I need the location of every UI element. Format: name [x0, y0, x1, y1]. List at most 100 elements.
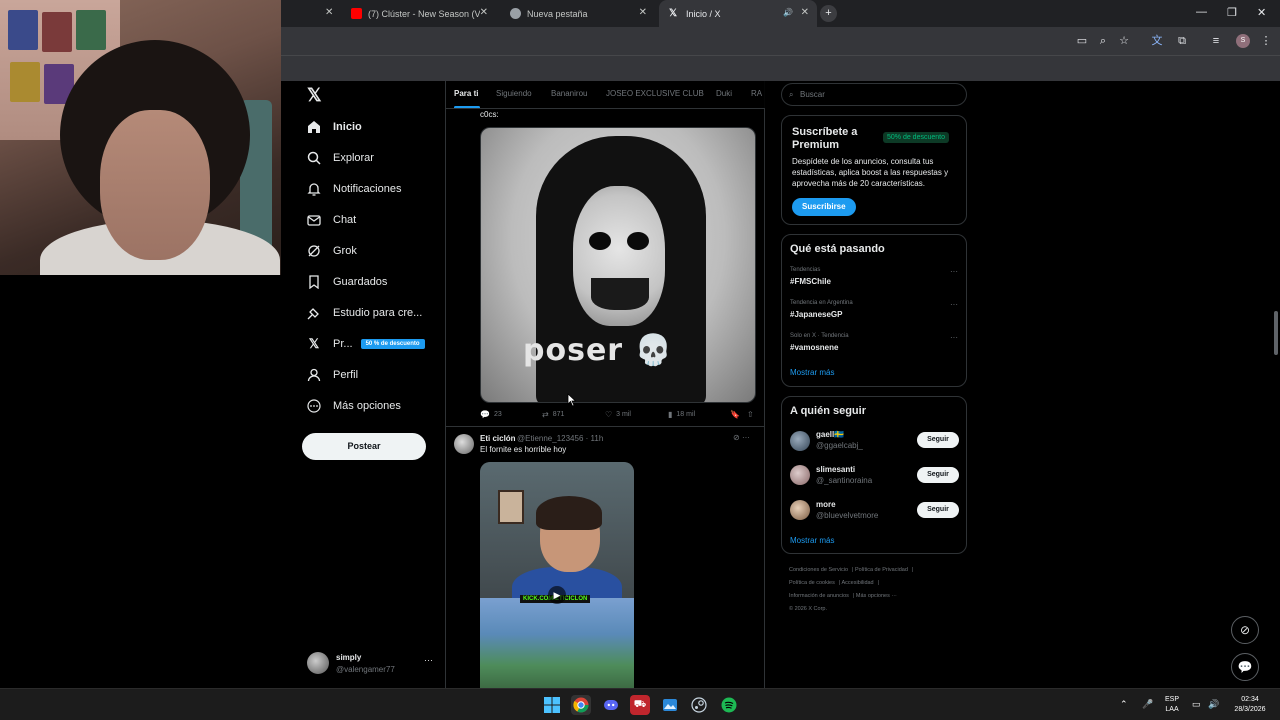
- chevron-up-icon[interactable]: ⌃: [1120, 699, 1128, 709]
- translate-icon[interactable]: 文: [1150, 34, 1164, 48]
- post-more-icons[interactable]: ⊘ ···: [733, 433, 750, 442]
- repost-button[interactable]: ⇄ 871: [542, 410, 564, 419]
- footer-link[interactable]: Accesibilidad: [842, 580, 874, 586]
- language-indicator[interactable]: ESP LAA: [1165, 695, 1179, 715]
- search-input[interactable]: ⌕ Buscar: [781, 83, 967, 106]
- spotify-icon[interactable]: [719, 695, 739, 715]
- trend-item[interactable]: #JapaneseGP: [790, 310, 842, 319]
- menu-icon[interactable]: ⋮: [1259, 34, 1273, 48]
- tab-x-home[interactable]: 𝕏 Inicio / X 🔊 ✕: [659, 0, 817, 27]
- footer-link[interactable]: Política de cookies: [789, 580, 835, 586]
- tab-new-tab[interactable]: Nueva pestaña ✕: [500, 0, 655, 27]
- more-icon[interactable]: ···: [742, 433, 750, 442]
- network-icon[interactable]: ▭: [1192, 699, 1201, 709]
- tab-for-you[interactable]: Para ti: [454, 89, 478, 98]
- avatar[interactable]: [454, 434, 474, 454]
- close-icon[interactable]: ✕: [480, 7, 488, 18]
- maximize-button[interactable]: ❐: [1227, 6, 1237, 19]
- share-button[interactable]: ⇧: [747, 410, 758, 419]
- star-icon[interactable]: ☆: [1117, 34, 1131, 48]
- tab-duki[interactable]: Duki: [716, 89, 732, 98]
- close-window-button[interactable]: ✕: [1257, 6, 1266, 19]
- nav-item-chat[interactable]: Chat: [307, 208, 356, 232]
- trend-item[interactable]: #vamosnene: [790, 343, 838, 352]
- chrome-icon[interactable]: [571, 695, 591, 715]
- nav-item-grok[interactable]: Grok: [307, 239, 357, 263]
- minimize-button[interactable]: —: [1196, 6, 1207, 18]
- show-more-link[interactable]: Mostrar más: [790, 368, 834, 377]
- follow-button[interactable]: Seguir: [917, 502, 959, 518]
- bookmark-button[interactable]: 🔖: [730, 410, 744, 419]
- views-button[interactable]: ▮ 18 mil: [668, 410, 695, 419]
- reading-list-icon[interactable]: ≡: [1209, 34, 1223, 48]
- nav-item-notifications[interactable]: Notificaciones: [307, 177, 401, 201]
- account-switcher[interactable]: simply @valengamer77 ···: [307, 650, 437, 680]
- profile-avatar[interactable]: S: [1236, 34, 1250, 48]
- author-handle[interactable]: @Etienne_123456 · 11h: [517, 434, 603, 443]
- post-image[interactable]: poser 💀: [480, 127, 756, 403]
- post-video[interactable]: KICK.COM/ETICICLON ▶: [480, 462, 634, 688]
- more-icon[interactable]: ···: [950, 333, 958, 342]
- avatar[interactable]: [790, 500, 810, 520]
- post-button[interactable]: Postear: [302, 433, 426, 460]
- user-handle[interactable]: @ggaelcabj_: [816, 441, 863, 450]
- subscribe-button[interactable]: Suscribirse: [792, 198, 856, 216]
- extensions-icon[interactable]: ⧉: [1175, 34, 1189, 48]
- microphone-icon[interactable]: 🎤: [1142, 699, 1153, 709]
- avatar[interactable]: [790, 465, 810, 485]
- cast-icon[interactable]: ▭: [1075, 34, 1089, 48]
- user-name[interactable]: more: [816, 500, 836, 509]
- messages-fab[interactable]: 💬: [1231, 653, 1259, 681]
- author-name[interactable]: Eti ciclón: [480, 434, 516, 443]
- volume-icon[interactable]: 🔊: [1208, 699, 1219, 709]
- nav-item-more[interactable]: Más opciones: [307, 394, 401, 418]
- follow-button[interactable]: Seguir: [917, 432, 959, 448]
- tab-ra[interactable]: RA: [751, 89, 762, 98]
- nav-item-home[interactable]: Inicio: [307, 115, 362, 139]
- close-icon[interactable]: ✕: [639, 7, 647, 18]
- nav-item-creator-studio[interactable]: Estudio para cre...: [307, 301, 422, 325]
- tab-joseo-club[interactable]: JOSEO EXCLUSIVE CLUB: [606, 89, 704, 98]
- follow-button[interactable]: Seguir: [917, 467, 959, 483]
- nav-item-profile[interactable]: Perfil: [307, 363, 358, 387]
- user-handle[interactable]: @_santinoraina: [816, 476, 872, 485]
- footer-link[interactable]: Política de Privacidad: [855, 567, 908, 573]
- scrollbar[interactable]: [1272, 81, 1280, 688]
- like-button[interactable]: ♡ 3 mil: [605, 410, 631, 419]
- show-more-link[interactable]: Mostrar más: [790, 536, 834, 545]
- more-icon[interactable]: ···: [424, 655, 433, 665]
- tab-youtube[interactable]: (7) Clúster - New Season (Vide ✕: [341, 0, 496, 27]
- avatar[interactable]: [790, 431, 810, 451]
- tab-bananirou[interactable]: Bananirou: [551, 89, 587, 98]
- user-handle[interactable]: @bluevelvetmore: [816, 511, 878, 520]
- reply-button[interactable]: 💬 23: [480, 410, 502, 419]
- search-icon: ⌕: [789, 90, 794, 99]
- play-icon[interactable]: ▶: [548, 586, 566, 604]
- nav-item-premium[interactable]: 𝕏 Pr... 50 % de descuento: [307, 332, 425, 356]
- footer-link[interactable]: Información de anuncios: [789, 593, 849, 599]
- tab-following[interactable]: Siguiendo: [496, 89, 532, 98]
- app-icon[interactable]: ⛟: [630, 695, 650, 715]
- more-icon[interactable]: ···: [950, 267, 958, 276]
- user-name[interactable]: gaell🇸🇪: [816, 430, 844, 439]
- zoom-icon[interactable]: ⌕: [1096, 34, 1110, 48]
- nav-item-bookmarks[interactable]: Guardados: [307, 270, 387, 294]
- steam-icon[interactable]: [689, 695, 709, 715]
- user-name[interactable]: slimesanti: [816, 465, 855, 474]
- footer-link[interactable]: Más opciones ···: [856, 593, 897, 599]
- close-icon[interactable]: ✕: [801, 7, 809, 18]
- discord-icon[interactable]: [601, 695, 621, 715]
- footer-link[interactable]: Condiciones de Servicio: [789, 567, 848, 573]
- grok-fab[interactable]: ⊘: [1231, 616, 1259, 644]
- new-tab-button[interactable]: +: [820, 5, 837, 22]
- nav-item-explore[interactable]: Explorar: [307, 146, 374, 170]
- photos-icon[interactable]: [660, 695, 680, 715]
- clock[interactable]: 02:34 28/3/2026: [1228, 695, 1272, 715]
- scroll-thumb[interactable]: [1274, 311, 1278, 355]
- more-icon[interactable]: ···: [950, 300, 958, 309]
- x-logo-icon[interactable]: 𝕏: [307, 86, 325, 104]
- speaker-icon[interactable]: 🔊: [783, 8, 793, 17]
- grok-icon[interactable]: ⊘: [733, 433, 740, 442]
- trend-item[interactable]: #FMSChile: [790, 277, 831, 286]
- windows-start-icon[interactable]: [542, 695, 562, 715]
